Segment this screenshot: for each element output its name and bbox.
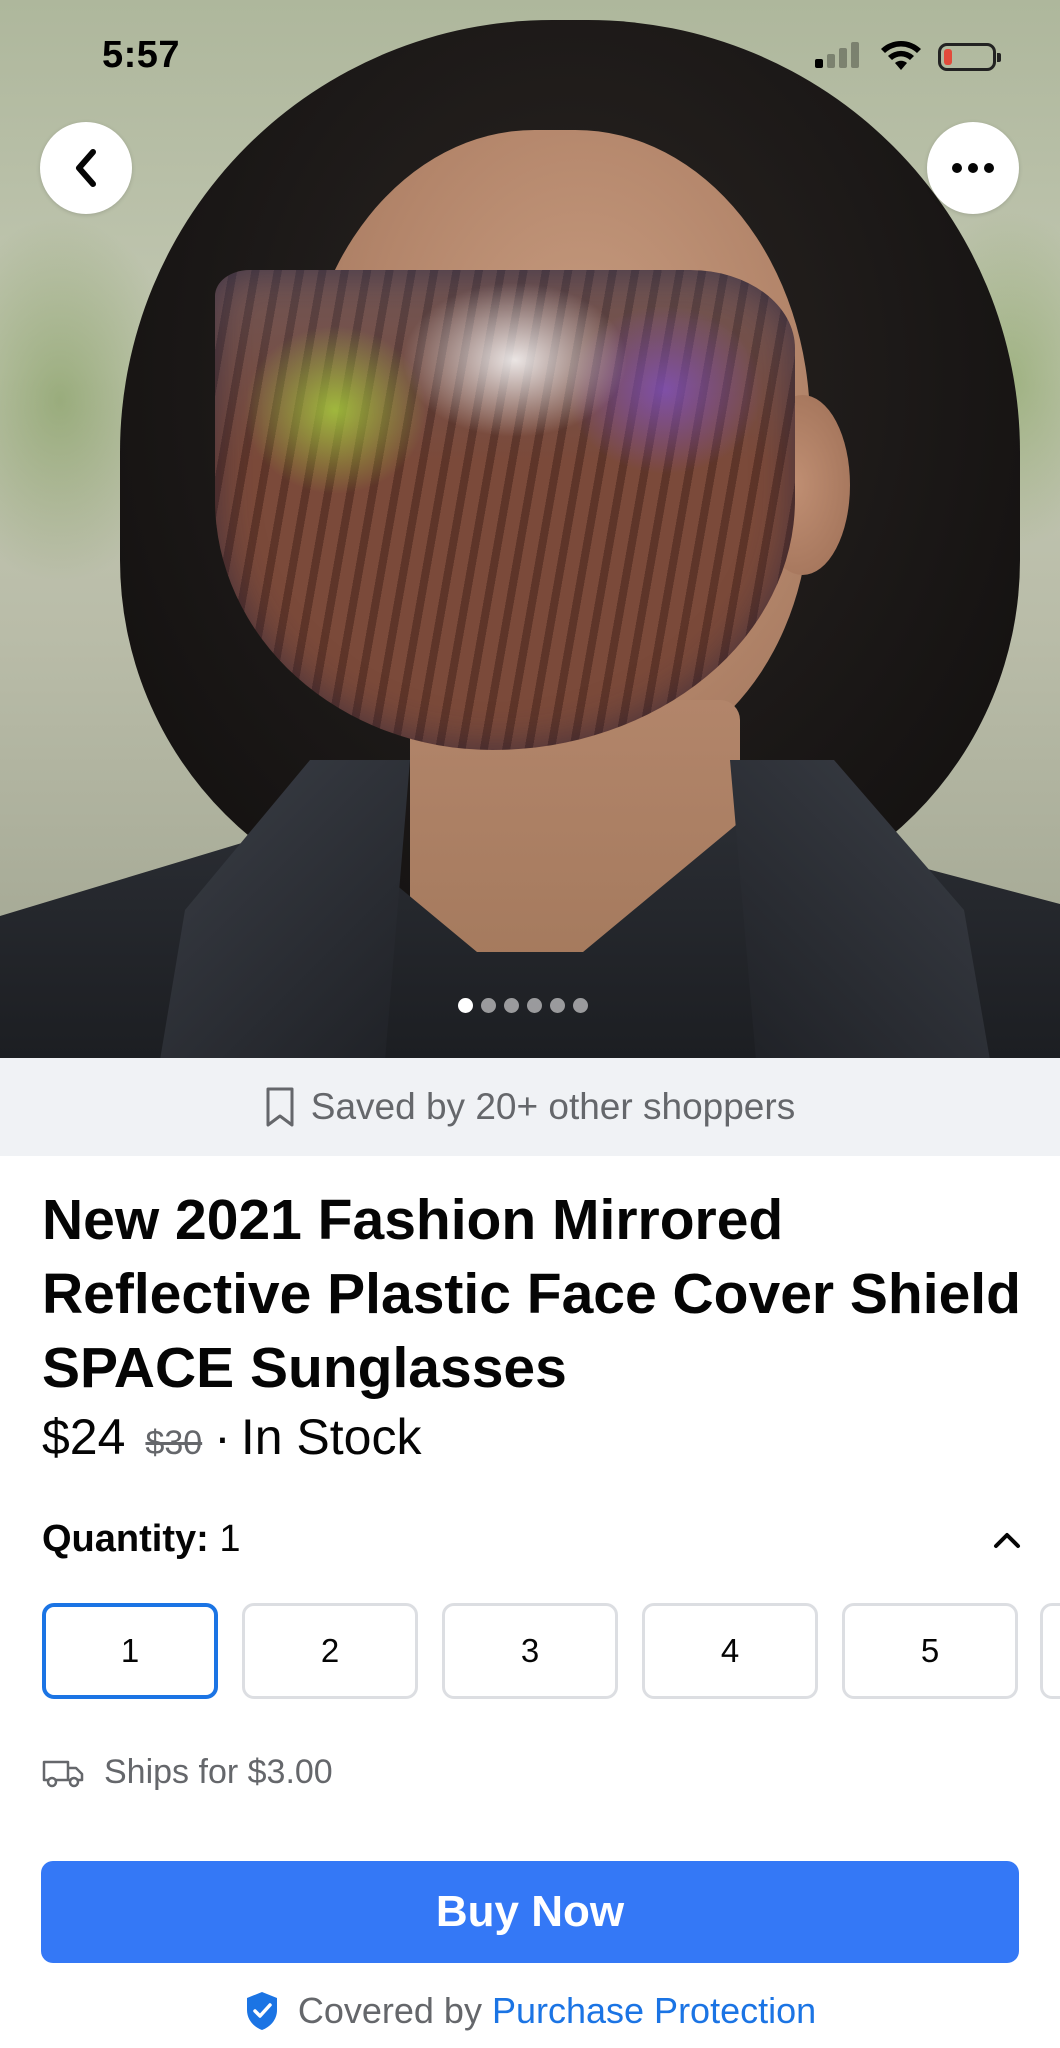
gallery-dot[interactable] [550, 998, 565, 1013]
gallery-dot[interactable] [504, 998, 519, 1013]
wifi-icon [881, 41, 921, 70]
jacket-collar-left [160, 760, 410, 1058]
price-separator: · [214, 1409, 231, 1465]
chevron-up-icon[interactable] [992, 1530, 1022, 1550]
bookmark-icon [266, 1087, 294, 1127]
gallery-dot[interactable] [458, 998, 473, 1013]
quantity-option-1[interactable]: 1 [42, 1603, 218, 1699]
gallery-dots[interactable] [458, 998, 588, 1013]
saved-count-banner: Saved by 20+ other shoppers [0, 1058, 1060, 1156]
chevron-left-icon [76, 149, 96, 187]
more-dots-icon [952, 163, 994, 173]
saved-count-text: Saved by 20+ other shoppers [310, 1086, 796, 1127]
gallery-dot[interactable] [527, 998, 542, 1013]
shipping-info: Ships for $3.00 [42, 1753, 333, 1792]
product-image[interactable] [0, 0, 1060, 1058]
jacket-collar-right [730, 760, 990, 1058]
product-title: New 2021 Fashion Mirrored Reflective Pla… [42, 1188, 1021, 1400]
shipping-text: Ships for $3.00 [104, 1753, 333, 1791]
purchase-protection-link[interactable]: Purchase Protection [492, 1990, 816, 2031]
gallery-dot[interactable] [481, 998, 496, 1013]
stock-status: In Stock [240, 1409, 422, 1465]
quantity-header[interactable]: Quantity: 1 [42, 1518, 1022, 1561]
buy-now-button[interactable]: Buy Now [41, 1861, 1019, 1963]
truck-icon [42, 1760, 84, 1787]
protection-prefix: Covered by [297, 1990, 482, 2031]
quantity-option-2[interactable]: 2 [242, 1603, 418, 1699]
quantity-label: Quantity: [42, 1518, 209, 1560]
quantity-option-4[interactable]: 4 [642, 1603, 818, 1699]
quantity-option-3[interactable]: 3 [442, 1603, 618, 1699]
shield-check-icon [246, 1992, 277, 2030]
quantity-option-more[interactable] [1040, 1603, 1060, 1699]
status-time: 5:57 [102, 34, 181, 76]
purchase-protection-note: Covered by Purchase Protection [0, 1990, 1060, 2032]
original-price: $30 [145, 1424, 203, 1462]
quantity-value: 1 [219, 1518, 241, 1560]
cellular-signal-icon [815, 42, 859, 68]
gallery-dot[interactable] [573, 998, 588, 1013]
back-button[interactable] [40, 122, 132, 214]
quantity-option-5[interactable]: 5 [842, 1603, 1018, 1699]
current-price: $24 [42, 1409, 126, 1465]
status-bar: 5:57 [0, 0, 1060, 110]
price-line: $24 $30 · In Stock [42, 1408, 421, 1466]
quantity-options: 1 2 3 4 5 [42, 1603, 1060, 1705]
battery-icon [938, 43, 1001, 71]
more-options-button[interactable] [927, 122, 1019, 214]
